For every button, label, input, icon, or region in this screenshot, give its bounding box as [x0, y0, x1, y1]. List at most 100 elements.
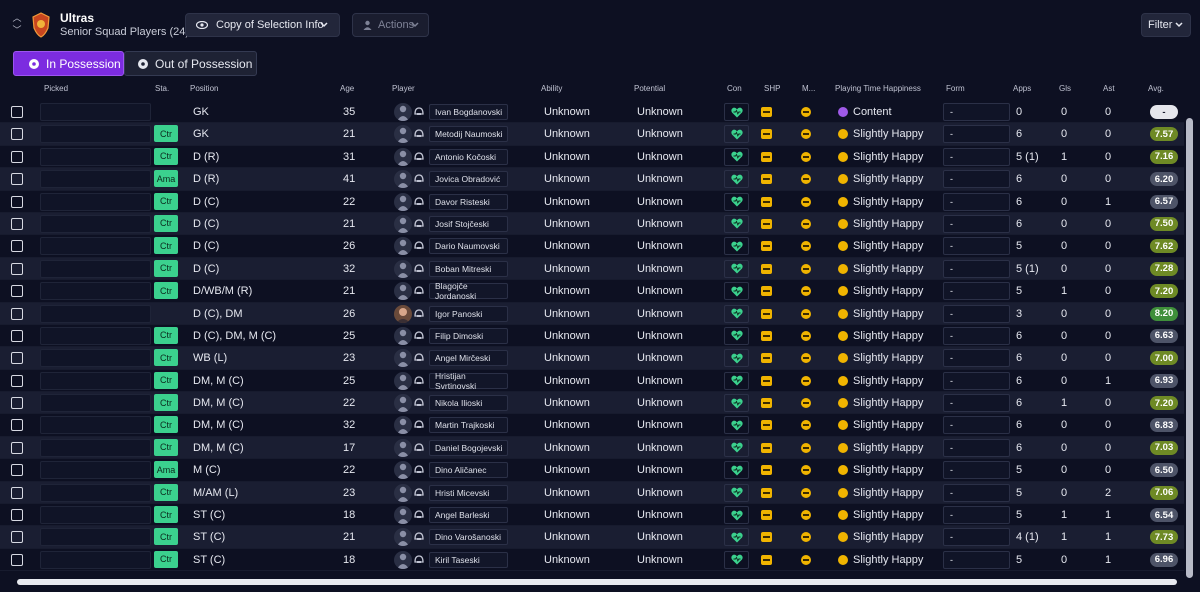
row-checkbox[interactable] [11, 240, 23, 253]
table-row[interactable]: Ctr WB (L) 23 Angel Mirčeski Unknown Unknown S… [0, 347, 1184, 370]
col-gls[interactable]: Gls [1059, 84, 1071, 93]
avatar[interactable] [394, 326, 412, 345]
picked-cell[interactable] [40, 259, 151, 278]
picked-cell[interactable] [40, 192, 151, 211]
picked-cell[interactable] [40, 214, 151, 233]
picked-cell[interactable] [40, 304, 151, 323]
player-name[interactable]: Dino Aličanec [429, 462, 508, 479]
row-checkbox[interactable] [11, 262, 23, 275]
avatar[interactable] [394, 170, 412, 189]
avatar[interactable] [394, 461, 412, 480]
avatar[interactable] [394, 125, 412, 144]
row-checkbox[interactable] [11, 195, 23, 208]
row-checkbox[interactable] [11, 441, 23, 454]
table-row[interactable]: Ctr DM, M (C) 17 Daniel Bogojevski Unknown Un… [0, 436, 1184, 460]
row-checkbox[interactable] [11, 106, 23, 118]
player-name[interactable]: Metodij Naumoski [429, 126, 508, 143]
table-row[interactable]: Ctr D (C) 26 Dario Naumovski Unknown Unknown S… [0, 235, 1184, 258]
avatar[interactable] [394, 371, 412, 390]
table-row[interactable]: Ama M (C) 22 Dino Aličanec Unknown Unknown Sli… [0, 459, 1184, 482]
picked-cell[interactable] [40, 416, 151, 435]
row-checkbox[interactable] [11, 419, 23, 432]
table-row[interactable]: Ctr ST (C) 18 Angel Barleski Unknown Unknown S… [0, 504, 1184, 527]
col-ast[interactable]: Ast [1103, 84, 1115, 93]
picked-cell[interactable] [40, 125, 151, 144]
chevron-up-icon[interactable]: ︿ [11, 12, 23, 24]
player-name[interactable]: Boban Mitreski [429, 260, 508, 277]
col-m[interactable]: M... [802, 84, 815, 93]
avatar[interactable] [394, 550, 412, 569]
player-name[interactable]: Josif Stojčeski [429, 215, 508, 232]
col-con[interactable]: Con [727, 84, 742, 93]
table-row[interactable]: D (C), DM 26 Igor Panoski Unknown Unknown Sli… [0, 302, 1184, 325]
avatar[interactable] [394, 214, 412, 233]
avatar[interactable] [394, 438, 412, 457]
nav-arrows[interactable]: ︿ ﹀ [11, 12, 23, 38]
player-name[interactable]: Dario Naumovski [429, 238, 508, 255]
row-checkbox[interactable] [11, 173, 23, 186]
picked-cell[interactable] [40, 237, 151, 256]
player-name[interactable]: Jovica Obradović [429, 171, 508, 188]
horizontal-scrollbar[interactable] [17, 579, 1177, 585]
player-name[interactable]: Kiril Taseski [429, 551, 508, 568]
avatar[interactable] [394, 147, 412, 166]
player-name[interactable]: Antonio Kočoski [429, 148, 508, 165]
player-name[interactable]: Davor Risteski [429, 193, 508, 210]
col-pth[interactable]: Playing Time Happiness [835, 84, 921, 93]
avatar[interactable] [394, 103, 412, 121]
col-form[interactable]: Form [946, 84, 965, 93]
avatar[interactable] [394, 483, 412, 502]
player-name[interactable]: Igor Panoski [429, 305, 508, 322]
col-position[interactable]: Position [190, 84, 218, 93]
player-name[interactable]: Angel Mirčeski [429, 350, 508, 367]
col-ability[interactable]: Ability [541, 84, 562, 93]
col-player[interactable]: Player [392, 84, 415, 93]
col-sta[interactable]: Sta. [155, 84, 169, 93]
table-row[interactable]: Ctr D (C), DM, M (C) 25 Filip Dimoski Unknow… [0, 325, 1184, 348]
avatar[interactable] [394, 349, 412, 368]
picked-cell[interactable] [40, 550, 151, 569]
row-checkbox[interactable] [11, 128, 23, 141]
row-checkbox[interactable] [11, 374, 23, 387]
avatar[interactable] [394, 528, 412, 547]
table-row[interactable]: Ctr M/AM (L) 23 Hristi Micevski Unknown Unkno… [0, 481, 1184, 505]
row-checkbox[interactable] [11, 150, 23, 163]
player-name[interactable]: Angel Barleski [429, 507, 508, 524]
row-checkbox[interactable] [11, 486, 23, 499]
col-shp[interactable]: SHP [764, 84, 780, 93]
picked-cell[interactable] [40, 170, 151, 189]
picked-cell[interactable] [40, 483, 151, 502]
picked-cell[interactable] [40, 349, 151, 368]
player-name[interactable]: Hristi Micevski [429, 484, 508, 501]
row-checkbox[interactable] [11, 307, 23, 320]
chevron-down-icon[interactable]: ﹀ [11, 24, 23, 36]
table-row[interactable]: Ama D (R) 41 Jovica Obradović Unknown Unknown… [0, 168, 1184, 191]
player-name[interactable]: Filip Dimoski [429, 327, 508, 344]
picked-cell[interactable] [40, 394, 151, 413]
table-row[interactable]: Ctr D/WB/M (R) 21 Blagojče Jordanoski Unknow… [0, 280, 1184, 303]
avatar[interactable] [394, 192, 412, 211]
player-name[interactable]: Ivan Bogdanovski [429, 104, 508, 120]
table-row[interactable]: Ctr D (C) 32 Boban Mitreski Unknown Unknown Sl… [0, 257, 1184, 281]
player-name[interactable]: Dino Varošanoski [429, 529, 508, 546]
table-row[interactable]: Ctr D (C) 21 Josif Stojčeski Unknown Unknown S… [0, 212, 1184, 236]
col-age[interactable]: Age [340, 84, 354, 93]
avatar[interactable] [394, 237, 412, 256]
tab-out-of-possession[interactable]: Out of Possession [124, 51, 257, 76]
table-row[interactable]: Ctr DM, M (C) 32 Martin Trajkoski Unknown Unk… [0, 414, 1184, 437]
row-checkbox[interactable] [11, 397, 23, 410]
table-row[interactable]: Ctr D (C) 22 Davor Risteski Unknown Unknown Sl… [0, 191, 1184, 213]
table-row[interactable]: Ctr GK 21 Metodij Naumoski Unknown Unknown Sli… [0, 123, 1184, 146]
row-checkbox[interactable] [11, 509, 23, 522]
table-row[interactable]: Ctr D (R) 31 Antonio Kočoski Unknown Unknown S… [0, 146, 1184, 169]
avatar[interactable] [394, 416, 412, 435]
view-selector-button[interactable]: Copy of Selection Info [185, 13, 340, 37]
filter-button[interactable]: Filter [1141, 13, 1191, 37]
col-picked[interactable]: Picked [44, 84, 68, 93]
picked-cell[interactable] [40, 103, 151, 121]
picked-cell[interactable] [40, 506, 151, 525]
avatar[interactable] [394, 259, 412, 278]
picked-cell[interactable] [40, 438, 151, 457]
row-checkbox[interactable] [11, 352, 23, 365]
col-avg[interactable]: Avg. [1148, 84, 1164, 93]
